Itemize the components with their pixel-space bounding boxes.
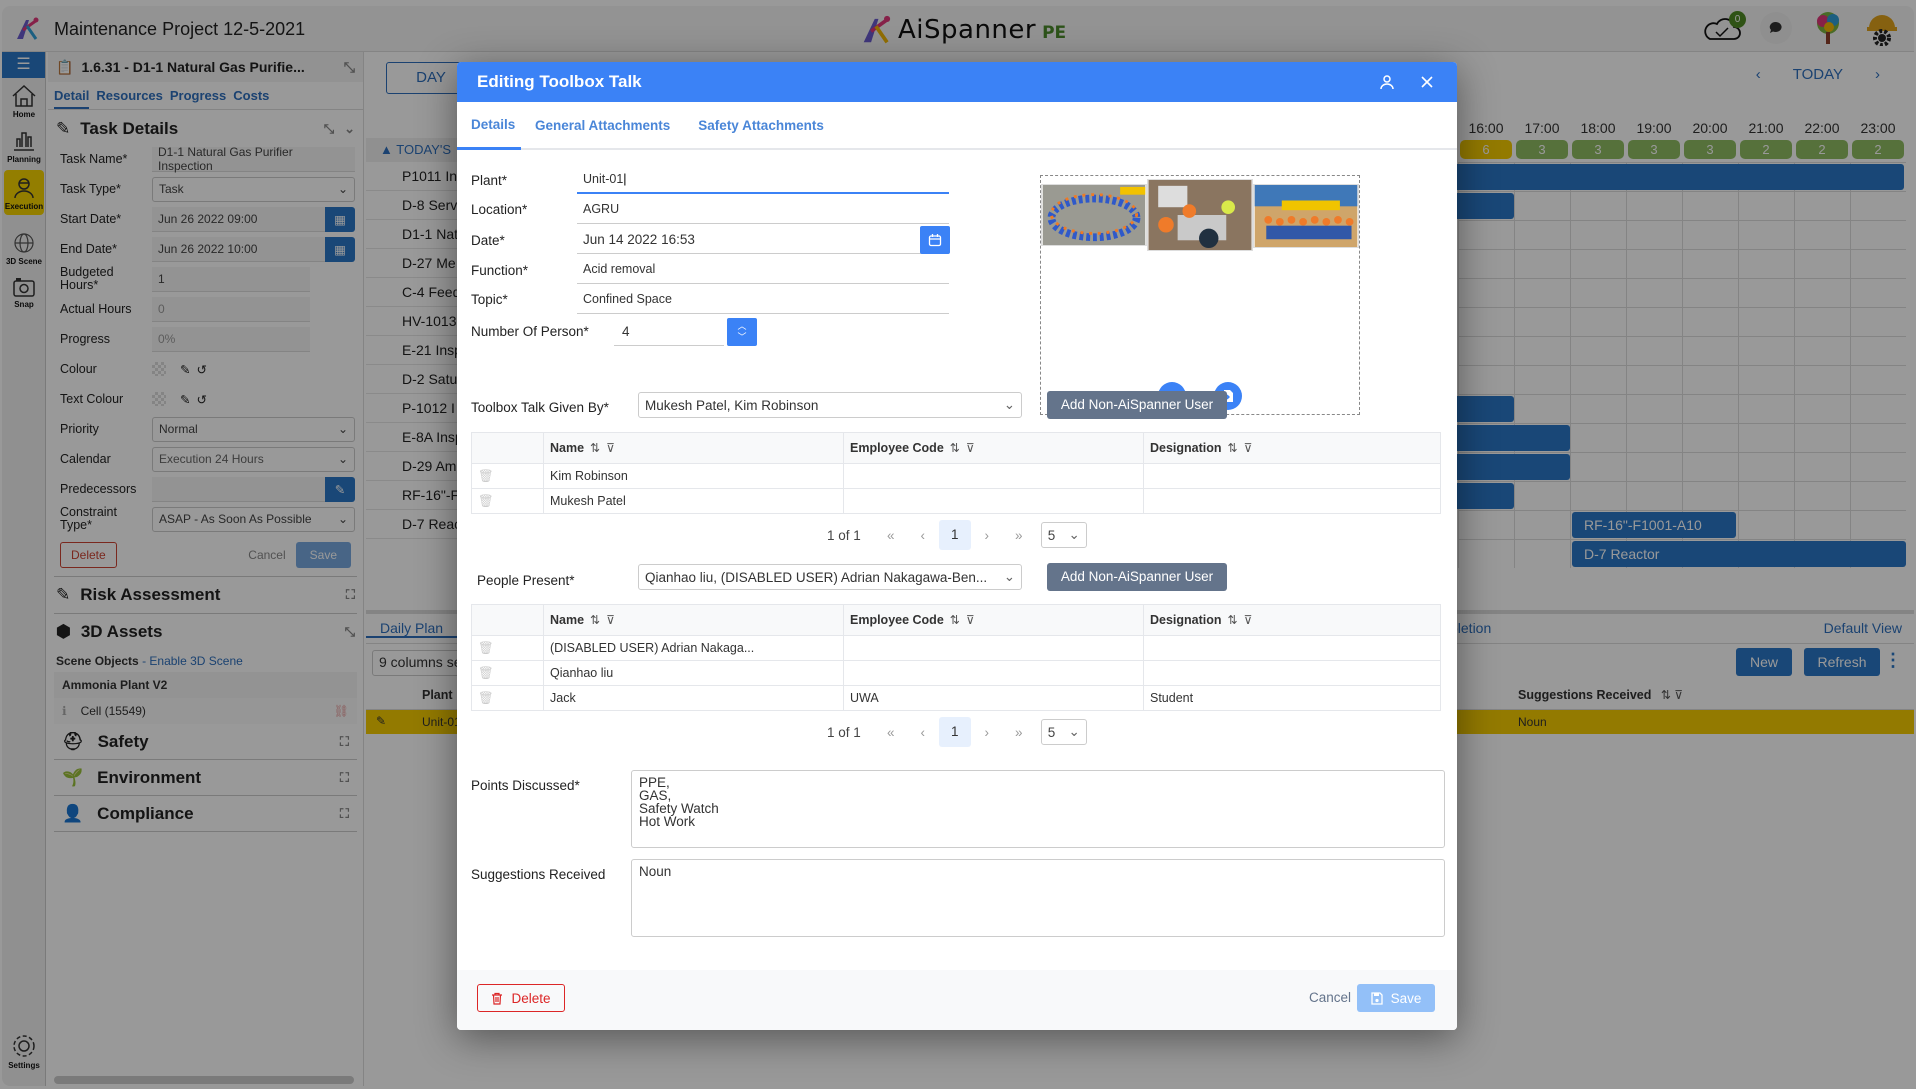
suggestions-label: Suggestions Received (471, 867, 606, 882)
chevron-down-icon: ⌄ (1068, 527, 1080, 542)
close-icon[interactable] (1417, 72, 1437, 92)
filter-icon[interactable]: ⊽ (966, 613, 975, 627)
delete-button[interactable]: Delete (477, 984, 565, 1012)
filter-icon[interactable]: ⊽ (606, 613, 615, 627)
details-form: Plant* Unit-01| Location* AGRU Date* Jun… (457, 150, 1457, 970)
table-row: 🗑 Kim Robinson (471, 463, 1441, 489)
next-page-icon[interactable]: › (971, 528, 1003, 543)
page-button[interactable]: 1 (938, 717, 971, 747)
points-discussed-textarea[interactable]: PPE, GAS, Safety Watch Hot Work (631, 770, 1445, 848)
table-row: 🗑 Jack UWA Student (471, 685, 1441, 711)
points-discussed-label: Points Discussed* (471, 778, 580, 793)
toolbox-photo-1[interactable] (1041, 184, 1147, 246)
sort-icon[interactable]: ⇅ (950, 613, 960, 627)
date-input[interactable]: Jun 14 2022 16:53 (577, 226, 949, 254)
chevron-up-icon[interactable]: ︿ (737, 321, 746, 331)
people-present-multiselect[interactable]: Qianhao liu, (DISABLED USER) Adrian Naka… (638, 564, 1022, 590)
prev-page-icon[interactable]: ‹ (907, 528, 939, 543)
sort-icon[interactable]: ⇅ (1228, 441, 1238, 455)
chevron-down-icon: ⌄ (1068, 724, 1080, 739)
chevron-down-icon: ⌄ (1003, 397, 1015, 412)
chevron-down-icon[interactable]: ﹀ (737, 332, 746, 342)
dialog-title: Editing Toolbox Talk (477, 72, 642, 91)
col-employee-code[interactable]: Employee Code ⇅ ⊽ (843, 604, 1144, 636)
table-row: 🗑 Mukesh Patel (471, 488, 1441, 514)
col-designation[interactable]: Designation ⇅ ⊽ (1143, 604, 1441, 636)
calendar-icon[interactable] (920, 226, 950, 254)
photo-attachments-area[interactable] (1040, 175, 1360, 415)
page-size-select[interactable]: 5 ⌄ (1040, 719, 1087, 745)
sort-icon[interactable]: ⇅ (590, 441, 600, 455)
plant-input[interactable]: Unit-01| (577, 166, 949, 194)
trash-icon[interactable]: 🗑 (478, 691, 494, 705)
save-button[interactable]: Save (1357, 984, 1435, 1012)
location-input[interactable]: AGRU (577, 196, 949, 224)
sort-icon[interactable]: ⇅ (590, 613, 600, 627)
first-page-icon[interactable]: « (875, 725, 907, 740)
dialog-tabs: Details General Attachments Safety Attac… (457, 102, 1457, 150)
function-input[interactable]: Acid removal (577, 256, 949, 284)
prev-page-icon[interactable]: ‹ (907, 725, 939, 740)
sort-icon[interactable]: ⇅ (950, 441, 960, 455)
toolbox-photo-2[interactable] (1147, 179, 1253, 251)
col-name[interactable]: Name ⇅ ⊽ (543, 604, 844, 636)
add-non-aispanner-user-button[interactable]: Add Non-AiSpanner User (1047, 563, 1227, 591)
trash-icon[interactable]: 🗑 (478, 494, 494, 508)
given-by-multiselect[interactable]: Mukesh Patel, Kim Robinson ⌄ (638, 392, 1022, 418)
given-by-paginator: 1 of 1 « ‹ 1 › » 5 ⌄ (827, 520, 1087, 550)
given-by-label: Toolbox Talk Given By* (471, 400, 609, 415)
filter-icon[interactable]: ⊽ (966, 441, 975, 455)
location-label: Location* (471, 202, 528, 217)
table-row: 🗑 Qianhao liu (471, 660, 1441, 686)
user-icon[interactable] (1377, 72, 1397, 92)
people-present-label: People Present* (477, 573, 575, 588)
sort-icon[interactable]: ⇅ (1228, 613, 1238, 627)
date-label: Date* (471, 233, 505, 248)
last-page-icon[interactable]: » (1003, 528, 1035, 543)
col-name[interactable]: Name ⇅ ⊽ (543, 432, 844, 464)
floppy-disk-icon (1370, 991, 1383, 1005)
filter-icon[interactable]: ⊽ (1244, 441, 1253, 455)
tab-safety-attachments[interactable]: Safety Attachments (684, 102, 838, 148)
col-designation[interactable]: Designation ⇅ ⊽ (1143, 432, 1441, 464)
col-employee-code[interactable]: Employee Code ⇅ ⊽ (843, 432, 1144, 464)
last-page-icon[interactable]: » (1003, 725, 1035, 740)
chevron-down-icon: ⌄ (1003, 569, 1015, 584)
table-row: 🗑 (DISABLED USER) Adrian Nakaga... (471, 635, 1441, 661)
topic-input[interactable]: Confined Space (577, 286, 949, 314)
topic-label: Topic* (471, 292, 508, 307)
toolbox-photo-3[interactable] (1253, 184, 1359, 248)
trash-icon (492, 992, 503, 1005)
tab-details[interactable]: Details (457, 102, 521, 150)
cancel-button[interactable]: Cancel (1309, 990, 1351, 1005)
trash-icon[interactable]: 🗑 (478, 666, 494, 680)
people-present-table: Name ⇅ ⊽ Employee Code ⇅ ⊽ Designation ⇅ ⊽ 🗑 (… (471, 604, 1441, 711)
filter-icon[interactable]: ⊽ (606, 441, 615, 455)
function-label: Function* (471, 263, 529, 278)
next-page-icon[interactable]: › (971, 725, 1003, 740)
plant-label: Plant* (471, 173, 508, 188)
given-by-table: Name ⇅ ⊽ Employee Code ⇅ ⊽ Designation ⇅ ⊽ 🗑 K… (471, 432, 1441, 514)
trash-icon[interactable]: 🗑 (478, 469, 494, 483)
suggestions-textarea[interactable]: Noun (631, 859, 1445, 937)
people-present-paginator: 1 of 1 « ‹ 1 › » 5 ⌄ (827, 717, 1087, 747)
tab-general-attachments[interactable]: General Attachments (521, 102, 684, 148)
page-button[interactable]: 1 (938, 520, 971, 550)
add-non-aispanner-user-button[interactable]: Add Non-AiSpanner User (1047, 391, 1227, 419)
trash-icon[interactable]: 🗑 (478, 641, 494, 655)
page-size-select[interactable]: 5 ⌄ (1040, 522, 1087, 548)
dialog-footer: Delete Cancel Save (457, 970, 1457, 1030)
filter-icon[interactable]: ⊽ (1244, 613, 1253, 627)
first-page-icon[interactable]: « (875, 528, 907, 543)
number-of-person-label: Number Of Person* (471, 324, 589, 339)
number-stepper[interactable]: ︿ ﹀ (727, 318, 757, 346)
number-of-person-input[interactable]: 4 (614, 318, 724, 346)
toolbox-talk-dialog: Editing Toolbox Talk Details General Att… (457, 62, 1457, 1030)
